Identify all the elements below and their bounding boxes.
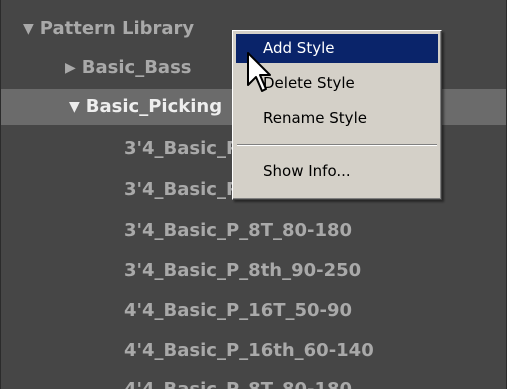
rename-style-menu-item[interactable]: Rename Style [236,104,438,133]
pattern-item-label: 3'4_Basic_P_8th_90-250 [124,260,362,281]
pattern-item-label: 4'4_Basic_P_16th_60-140 [124,340,374,361]
pattern-item-label: 3'4_Basic_P_8T_80-180 [124,220,353,241]
pattern-item-label: 4'4_Basic_P_16T_50-90 [124,300,353,321]
menu-separator [237,144,437,146]
mouse-pointer-icon [247,52,271,92]
pattern-item[interactable]: 3'4_Basic_P_8th_90-250 [1,253,506,289]
collapsed-arrow-icon[interactable]: ▶ [65,50,76,86]
expanded-arrow-icon[interactable]: ▼ [69,89,80,125]
pattern-item-label: 4'4_Basic_P_8T_80-180 [124,379,352,389]
menu-item-label: Rename Style [263,109,367,127]
tree-item-label: Basic_Bass [81,57,192,78]
show-info-menu-item[interactable]: Show Info... [236,157,438,186]
tree-item-label: Pattern Library [39,18,195,39]
pattern-item[interactable]: 4'4_Basic_P_8T_80-180 [1,372,506,389]
menu-item-label: Show Info... [263,162,351,180]
menu-item-label: Delete Style [263,74,355,92]
pattern-item[interactable]: 4'4_Basic_P_16T_50-90 [1,293,506,329]
expanded-arrow-icon[interactable]: ▼ [23,11,34,47]
pattern-item[interactable]: 3'4_Basic_P_8T_80-180 [1,213,506,249]
pattern-item[interactable]: 4'4_Basic_P_16th_60-140 [1,333,506,369]
menu-item-label: Add Style [263,39,335,57]
tree-item-label: Basic_Picking [85,96,223,117]
